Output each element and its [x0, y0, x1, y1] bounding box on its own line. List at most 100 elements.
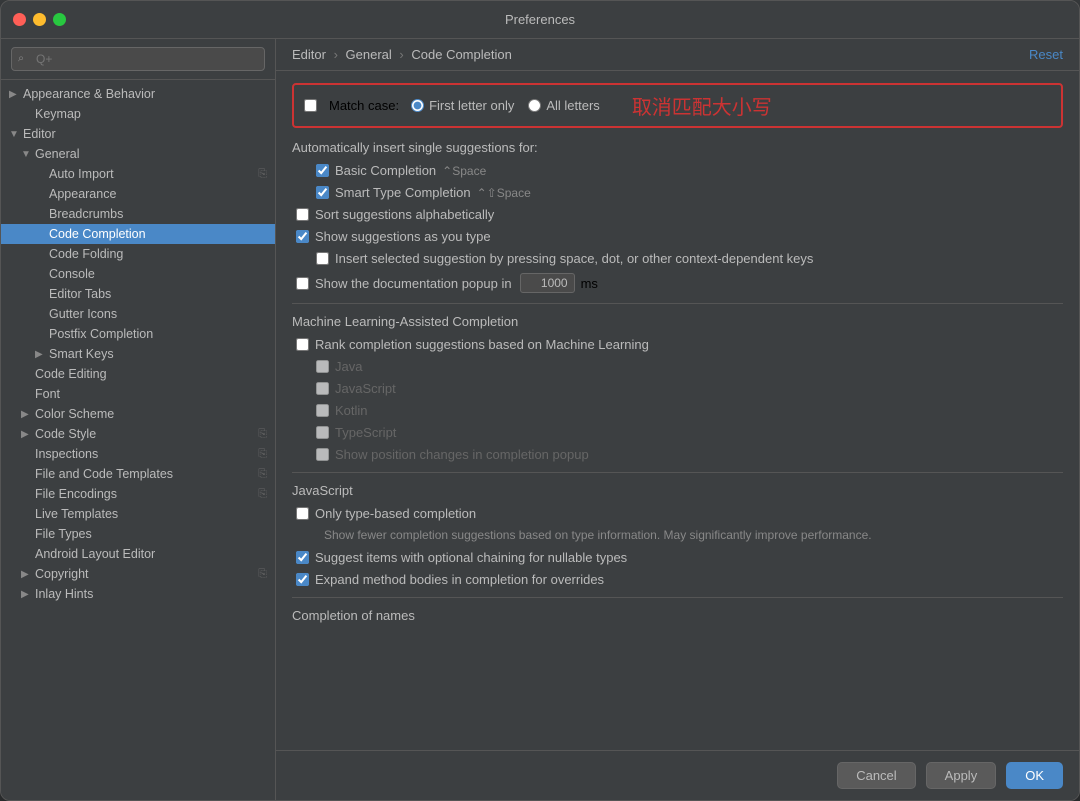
sort-alpha-label[interactable]: Sort suggestions alphabetically — [296, 207, 494, 222]
js-type-based-label[interactable]: Only type-based completion — [296, 506, 476, 521]
show-suggestions-text: Show suggestions as you type — [315, 229, 491, 244]
sidebar-item-auto-import[interactable]: Auto Import ⎘ — [1, 164, 275, 184]
ml-kotlin-row: Kotlin — [292, 403, 1063, 418]
sidebar-item-label: File Encodings — [35, 487, 117, 501]
all-letters-label: All letters — [546, 98, 599, 113]
sidebar-item-label: Breadcrumbs — [49, 207, 123, 221]
js-expand-label[interactable]: Expand method bodies in completion for o… — [296, 572, 604, 587]
basic-completion-checkbox[interactable] — [316, 164, 329, 177]
js-suggest-chaining-label[interactable]: Suggest items with optional chaining for… — [296, 550, 627, 565]
radio-group: First letter only All letters — [411, 98, 600, 113]
sidebar-item-label: Editor Tabs — [49, 287, 111, 301]
sidebar-item-font[interactable]: Font — [1, 384, 275, 404]
sidebar-item-file-code-templates[interactable]: File and Code Templates ⎘ — [1, 464, 275, 484]
ml-javascript-checkbox[interactable] — [316, 382, 329, 395]
first-letter-radio-label[interactable]: First letter only — [411, 98, 514, 113]
match-case-checkbox[interactable] — [304, 99, 317, 112]
maximize-button[interactable] — [53, 13, 66, 26]
sidebar-item-smart-keys[interactable]: ▶ Smart Keys — [1, 344, 275, 364]
smart-type-label[interactable]: Smart Type Completion ⌃⇧Space — [316, 185, 531, 200]
ml-rank-text: Rank completion suggestions based on Mac… — [315, 337, 649, 352]
ml-kotlin-label[interactable]: Kotlin — [316, 403, 368, 418]
search-bar: ⌕ — [1, 39, 275, 80]
insert-selected-checkbox[interactable] — [316, 252, 329, 265]
sidebar-item-label: Code Editing — [35, 367, 107, 381]
sidebar-item-keymap[interactable]: Keymap — [1, 104, 275, 124]
ml-rank-checkbox[interactable] — [296, 338, 309, 351]
reset-button[interactable]: Reset — [1029, 47, 1063, 62]
sidebar-item-code-style[interactable]: ▶ Code Style ⎘ — [1, 424, 275, 444]
ml-javascript-label[interactable]: JavaScript — [316, 381, 396, 396]
sidebar-item-console[interactable]: Console — [1, 264, 275, 284]
ml-rank-label[interactable]: Rank completion suggestions based on Mac… — [296, 337, 649, 352]
panel-body: Match case: First letter only All letter… — [276, 71, 1079, 750]
sidebar-item-inlay-hints[interactable]: ▶ Inlay Hints — [1, 584, 275, 604]
insert-selected-row: Insert selected suggestion by pressing s… — [292, 251, 1063, 266]
ml-rank-row: Rank completion suggestions based on Mac… — [292, 337, 1063, 352]
basic-completion-row: Basic Completion ⌃Space — [292, 163, 1063, 178]
basic-completion-label[interactable]: Basic Completion ⌃Space — [316, 163, 486, 178]
ml-kotlin-checkbox[interactable] — [316, 404, 329, 417]
sidebar-item-editor[interactable]: ▼ Editor — [1, 124, 275, 144]
show-suggestions-row: Show suggestions as you type — [292, 229, 1063, 244]
all-letters-radio-label[interactable]: All letters — [528, 98, 599, 113]
js-suggest-chaining-text: Suggest items with optional chaining for… — [315, 550, 627, 565]
all-letters-radio[interactable] — [528, 99, 541, 112]
sidebar-item-label: Android Layout Editor — [35, 547, 155, 561]
sidebar-item-general[interactable]: ▼ General — [1, 144, 275, 164]
sidebar-item-gutter-icons[interactable]: Gutter Icons — [1, 304, 275, 324]
minimize-button[interactable] — [33, 13, 46, 26]
sidebar-item-appearance-behavior[interactable]: ▶ Appearance & Behavior — [1, 84, 275, 104]
breadcrumb-general: General — [346, 47, 392, 62]
first-letter-radio[interactable] — [411, 99, 424, 112]
sidebar-item-postfix-completion[interactable]: Postfix Completion — [1, 324, 275, 344]
sidebar-item-editor-tabs[interactable]: Editor Tabs — [1, 284, 275, 304]
ml-java-label[interactable]: Java — [316, 359, 362, 374]
sidebar-item-inspections[interactable]: Inspections ⎘ — [1, 444, 275, 464]
sidebar-item-breadcrumbs[interactable]: Breadcrumbs — [1, 204, 275, 224]
popup-ms-input[interactable] — [520, 273, 575, 293]
sidebar-item-code-folding[interactable]: Code Folding — [1, 244, 275, 264]
show-doc-popup-label[interactable]: Show the documentation popup in — [296, 276, 512, 291]
sidebar-item-code-completion[interactable]: Code Completion — [1, 224, 275, 244]
show-doc-popup-checkbox[interactable] — [296, 277, 309, 290]
ml-typescript-checkbox[interactable] — [316, 426, 329, 439]
sidebar-item-file-encodings[interactable]: File Encodings ⎘ — [1, 484, 275, 504]
sidebar-item-copyright[interactable]: ▶ Copyright ⎘ — [1, 564, 275, 584]
show-suggestions-label[interactable]: Show suggestions as you type — [296, 229, 491, 244]
sidebar-item-android-layout-editor[interactable]: Android Layout Editor — [1, 544, 275, 564]
apply-button[interactable]: Apply — [926, 762, 997, 789]
sidebar-item-live-templates[interactable]: Live Templates — [1, 504, 275, 524]
js-type-based-checkbox[interactable] — [296, 507, 309, 520]
sidebar-item-code-editing[interactable]: Code Editing — [1, 364, 275, 384]
close-button[interactable] — [13, 13, 26, 26]
cancel-button[interactable]: Cancel — [837, 762, 915, 789]
ml-position-label[interactable]: Show position changes in completion popu… — [316, 447, 589, 462]
js-type-based-text: Only type-based completion — [315, 506, 476, 521]
js-expand-text: Expand method bodies in completion for o… — [315, 572, 604, 587]
js-suggest-chaining-checkbox[interactable] — [296, 551, 309, 564]
chevron-right-icon: ▶ — [21, 409, 35, 420]
ml-javascript-row: JavaScript — [292, 381, 1063, 396]
sidebar-item-label: Editor — [23, 127, 56, 141]
sort-alpha-checkbox[interactable] — [296, 208, 309, 221]
ml-java-checkbox[interactable] — [316, 360, 329, 373]
sidebar-item-label: Appearance — [49, 187, 116, 201]
ml-position-checkbox[interactable] — [316, 448, 329, 461]
show-suggestions-checkbox[interactable] — [296, 230, 309, 243]
smart-type-text: Smart Type Completion — [335, 185, 471, 200]
sidebar-item-appearance[interactable]: Appearance — [1, 184, 275, 204]
search-icon: ⌕ — [18, 53, 24, 66]
sidebar: ⌕ ▶ Appearance & Behavior Keymap ▼ — [1, 39, 276, 800]
ml-typescript-label[interactable]: TypeScript — [316, 425, 396, 440]
sidebar-item-color-scheme[interactable]: ▶ Color Scheme — [1, 404, 275, 424]
sidebar-item-file-types[interactable]: File Types — [1, 524, 275, 544]
panel-header: Editor › General › Code Completion Reset — [276, 39, 1079, 71]
ok-button[interactable]: OK — [1006, 762, 1063, 789]
smart-type-checkbox[interactable] — [316, 186, 329, 199]
annotation-text: 取消匹配大小写 — [632, 91, 772, 120]
insert-selected-label[interactable]: Insert selected suggestion by pressing s… — [316, 251, 813, 266]
match-case-label[interactable]: Match case: — [329, 98, 399, 113]
js-expand-checkbox[interactable] — [296, 573, 309, 586]
search-input[interactable] — [11, 47, 265, 71]
